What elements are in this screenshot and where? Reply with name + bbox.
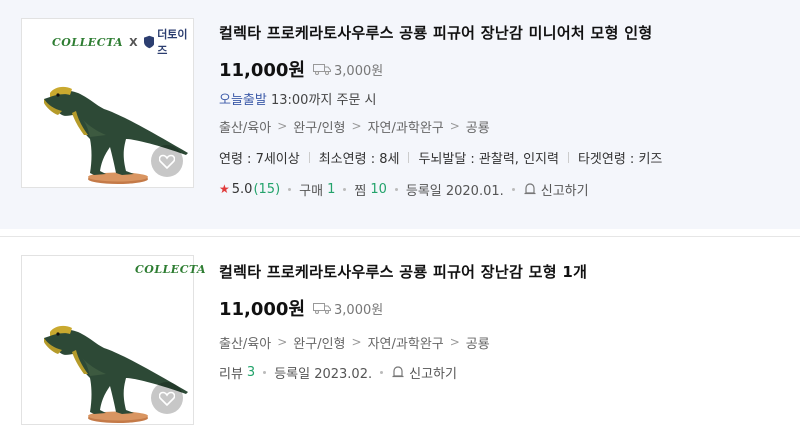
bell-report-icon xyxy=(392,366,404,378)
product-price: 11,000원 xyxy=(219,299,306,320)
report-button[interactable]: 신고하기 xyxy=(523,180,589,199)
purchase-count: 1 xyxy=(327,181,336,197)
bell-report-icon xyxy=(524,183,536,195)
product-price: 11,000원 xyxy=(219,60,306,81)
category-link[interactable]: 출산/육아 xyxy=(219,117,271,136)
category-link[interactable]: 자연/과학완구 xyxy=(368,117,444,136)
product-title-link[interactable]: 컬렉타 프로케라토사우루스 공룡 피규어 장난감 모형 1개 xyxy=(219,261,587,282)
spec-item: 연령 : 7세이상 xyxy=(219,151,300,167)
wishlist-button[interactable] xyxy=(151,145,183,177)
rating-score: 5.0 xyxy=(231,181,253,197)
product-meta: ★ 5.0 (15) 구매 1 찜 10 등록일 2020.01. 신고하기 xyxy=(219,180,662,199)
category-link[interactable]: 공룡 xyxy=(466,117,490,136)
wish-label: 찜 xyxy=(354,183,367,199)
spec-list: 연령 : 7세이상 최소연령 : 8세 두뇌발달 : 관찰력, 인지력 타겟연령… xyxy=(219,148,663,167)
review-label: 리뷰 xyxy=(219,366,243,382)
product-info: 컬렉타 프로케라토사우루스 공룡 피규어 장난감 미니어처 모형 인형 11,0… xyxy=(219,22,663,199)
product-info: 컬렉타 프로케라토사우루스 공룡 피규어 장난감 모형 1개 11,000원 3… xyxy=(219,261,587,382)
category-link[interactable]: 완구/인형 xyxy=(293,333,345,352)
category-breadcrumb: 출산/육아 > 완구/인형 > 자연/과학완구 > 공룡 xyxy=(219,333,587,352)
heart-icon xyxy=(159,391,175,406)
shipping-fee: 3,000원 xyxy=(313,299,383,318)
brand-logos: COLLECTA xyxy=(135,263,206,276)
product-thumbnail[interactable]: COLLECTA X 더토이즈 xyxy=(21,18,194,188)
report-label: 신고하기 xyxy=(540,183,589,199)
wishlist-button[interactable] xyxy=(151,382,183,414)
price-row: 11,000원 3,000원 xyxy=(219,58,662,81)
brand-separator: X xyxy=(129,35,138,49)
brand-logos: COLLECTA X 더토이즈 xyxy=(52,26,193,58)
truck-icon xyxy=(313,303,332,314)
spec-item: 두뇌발달 : 관찰력, 인지력 xyxy=(418,151,559,167)
shipping-fee-value: 3,000원 xyxy=(334,63,384,79)
category-link[interactable]: 완구/인형 xyxy=(293,117,345,136)
purchase-label: 구매 xyxy=(299,183,324,199)
shipping-fee-value: 3,000원 xyxy=(334,302,384,318)
category-link[interactable]: 자연/과학완구 xyxy=(368,333,444,352)
category-link[interactable]: 공룡 xyxy=(466,333,490,352)
product-thumbnail[interactable]: COLLECTA xyxy=(21,255,206,425)
report-label: 신고하기 xyxy=(409,366,457,382)
spec-item: 타겟연령 : 키즈 xyxy=(577,151,663,167)
today-shipping: 오늘출발 13:00까지 주문 시 xyxy=(219,89,662,108)
today-shipping-text: 13:00까지 주문 시 xyxy=(266,93,377,108)
thetoys-logo: 더토이즈 xyxy=(157,28,188,57)
collecta-logo: COLLECTA xyxy=(52,35,124,49)
report-button[interactable]: 신고하기 xyxy=(391,363,457,382)
shipping-fee: 3,000원 xyxy=(313,60,383,79)
collecta-logo: COLLECTA xyxy=(135,263,207,276)
registration-date: 등록일 2020.01. xyxy=(405,183,504,199)
category-link[interactable]: 출산/육아 xyxy=(219,333,271,352)
review-count-link[interactable]: 3 xyxy=(247,365,255,380)
wish-count: 10 xyxy=(370,181,387,197)
registration-date: 등록일 2023.02. xyxy=(274,366,373,382)
product-item[interactable]: COLLECTA 컬렉타 프로케라토사우루스 공룡 피규어 장난감 모형 1개 … xyxy=(0,236,800,443)
product-title-link[interactable]: 컬렉타 프로케라토사우루스 공룡 피규어 장난감 미니어처 모형 인형 xyxy=(219,22,662,43)
shield-icon xyxy=(143,35,155,49)
heart-icon xyxy=(159,154,175,169)
star-icon: ★ xyxy=(219,182,230,196)
spec-item: 최소연령 : 8세 xyxy=(318,151,400,167)
today-shipping-label: 오늘출발 xyxy=(219,93,267,108)
review-count-link[interactable]: (15) xyxy=(253,182,280,197)
category-breadcrumb: 출산/육아 > 완구/인형 > 자연/과학완구 > 공룡 xyxy=(219,117,662,136)
product-meta: 리뷰 3 등록일 2023.02. 신고하기 xyxy=(219,363,587,382)
price-row: 11,000원 3,000원 xyxy=(219,297,587,320)
truck-icon xyxy=(313,64,332,75)
product-item[interactable]: COLLECTA X 더토이즈 컬렉타 프로케라토사우루스 공룡 피규어 장난감… xyxy=(0,0,800,229)
